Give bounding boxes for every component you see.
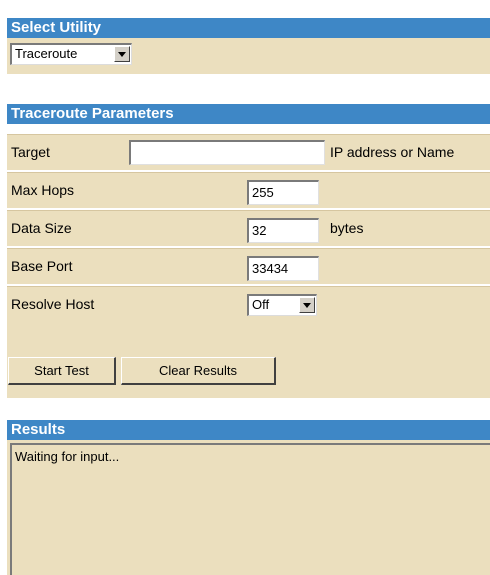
data-size-label: Data Size [11,220,72,236]
results-header: Results [7,420,490,440]
data-size-row: Data Size 32 bytes [7,210,490,246]
max-hops-row: Max Hops 255 [7,172,490,208]
data-size-unit: bytes [330,220,364,236]
resolve-host-row: Resolve Host Off [7,286,490,338]
max-hops-label: Max Hops [11,182,75,198]
results-panel: Waiting for input... [7,440,490,575]
clear-results-button[interactable]: Clear Results [121,357,276,385]
select-utility-panel: Traceroute [7,38,490,74]
max-hops-input[interactable]: 255 [247,180,319,205]
traceroute-parameters-header: Traceroute Parameters [7,104,490,124]
base-port-label: Base Port [11,258,73,274]
button-bar: Start Test Clear Results [7,338,490,398]
start-test-button[interactable]: Start Test [8,357,116,385]
chevron-down-icon[interactable] [299,297,315,313]
target-row: Target IP address or Name [7,134,490,170]
resolve-host-select[interactable]: Off [247,294,317,316]
utility-select-value: Traceroute [15,46,78,61]
target-label: Target [11,144,50,160]
base-port-input[interactable]: 33434 [247,256,319,281]
select-utility-header: Select Utility [7,18,490,38]
resolve-host-value: Off [252,297,270,312]
resolve-host-label: Resolve Host [11,296,95,312]
base-port-row: Base Port 33434 [7,248,490,284]
utility-select[interactable]: Traceroute [10,43,132,65]
results-textarea[interactable]: Waiting for input... [10,443,490,575]
target-hint: IP address or Name [330,144,455,160]
data-size-input[interactable]: 32 [247,218,319,243]
target-input[interactable] [129,140,325,165]
chevron-down-icon[interactable] [114,46,130,62]
